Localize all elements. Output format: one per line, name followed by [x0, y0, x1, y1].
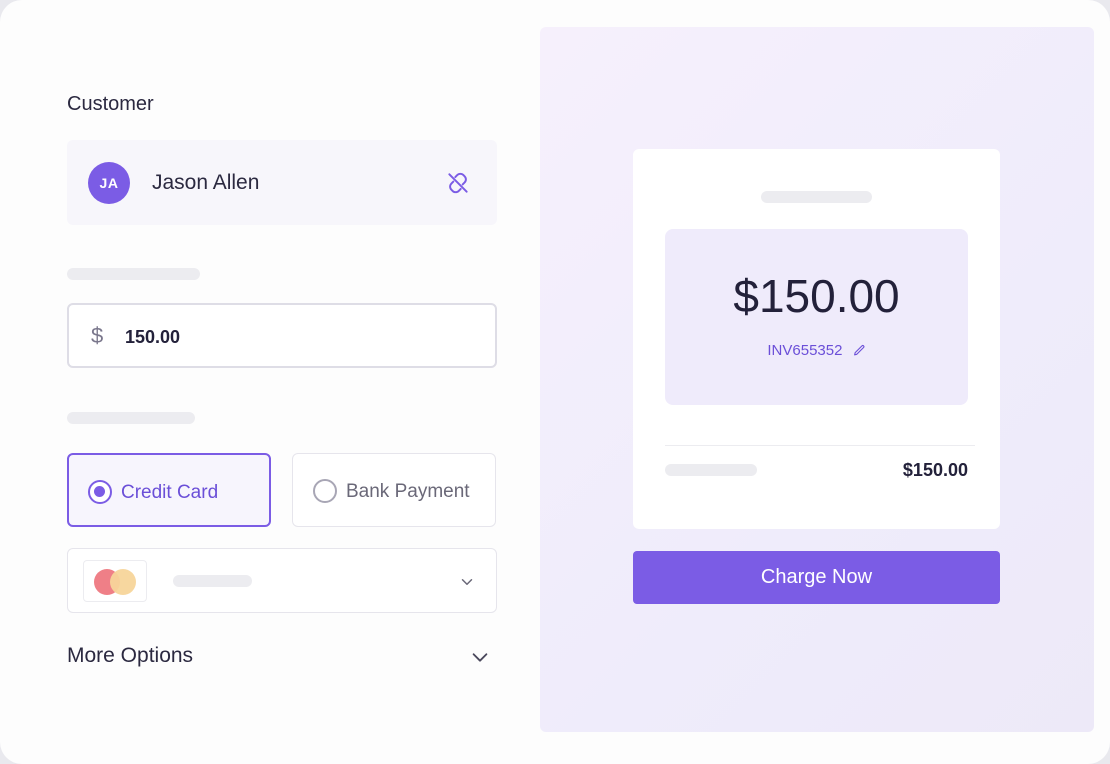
summary-panel: $150.00 INV655352 $150.00 Charge Now	[540, 27, 1094, 732]
bank-payment-label: Bank Payment	[346, 481, 470, 502]
credit-card-label: Credit Card	[121, 482, 219, 503]
more-options-label: More Options	[67, 644, 194, 667]
invoice-id[interactable]: INV655352	[665, 342, 968, 359]
credit-card-option[interactable]: Credit Card	[67, 453, 271, 527]
radio-selected[interactable]	[88, 480, 112, 504]
unlink-icon[interactable]	[445, 170, 471, 196]
more-options-toggle[interactable]: More Options	[67, 644, 497, 674]
invoice-title-placeholder	[761, 191, 872, 203]
pencil-icon[interactable]	[853, 344, 866, 357]
placeholder-label-bar	[67, 268, 200, 280]
customer-name: Jason Allen	[152, 171, 260, 194]
customer-label: Customer	[67, 93, 154, 115]
amount-input[interactable]: $ 150.00	[67, 303, 497, 368]
total-value: $150.00	[902, 460, 968, 480]
payment-form: Customer JA Jason Allen $ 150.00 Credit …	[0, 0, 1110, 764]
radio-unselected[interactable]	[313, 479, 337, 503]
chevron-down-icon	[461, 579, 473, 585]
amount-value[interactable]: 150.00	[125, 327, 180, 348]
mastercard-icon	[83, 560, 147, 602]
card-number-placeholder	[173, 575, 252, 587]
currency-symbol: $	[91, 323, 104, 348]
invoice-card: $150.00 INV655352 $150.00	[633, 149, 1000, 529]
invoice-id-text: INV655352	[767, 342, 843, 359]
bank-payment-option[interactable]: Bank Payment	[292, 453, 496, 527]
amount-box: $150.00 INV655352	[665, 229, 968, 405]
avatar: JA	[88, 162, 130, 204]
summary-amount: $150.00	[733, 270, 900, 322]
customer-card: JA Jason Allen	[67, 140, 497, 225]
divider	[665, 445, 975, 446]
total-label-placeholder	[665, 464, 757, 476]
chevron-down-icon	[472, 653, 488, 662]
placeholder-label-bar	[67, 412, 195, 424]
charge-now-button[interactable]: Charge Now	[633, 551, 1000, 604]
card-select-dropdown[interactable]	[67, 548, 497, 613]
